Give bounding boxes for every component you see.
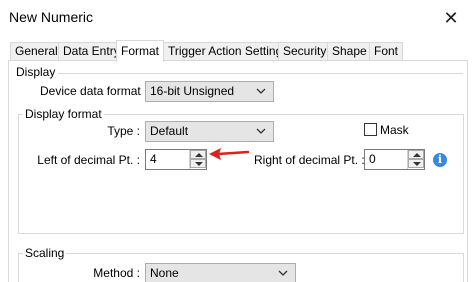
tab-format[interactable]: Format xyxy=(116,40,165,62)
display-format-group-label: Display format xyxy=(23,107,104,121)
chevron-down-icon xyxy=(413,162,421,166)
chevron-up-icon xyxy=(413,153,421,157)
chevron-down-icon xyxy=(278,270,288,276)
mask-label: Mask xyxy=(380,123,409,137)
close-button[interactable]: ✕ xyxy=(428,0,474,36)
type-select[interactable]: Default xyxy=(145,121,274,142)
tab-general[interactable]: General xyxy=(10,42,63,61)
tab-strip: General Data Entry Format Trigger Action… xyxy=(0,40,474,62)
left-decimal-stepper[interactable]: 4 xyxy=(145,149,207,170)
chevron-down-icon xyxy=(256,128,266,134)
window-title: New Numeric xyxy=(9,9,94,25)
device-data-format-value: 16-bit Unsigned xyxy=(150,84,235,98)
right-decimal-stepper[interactable]: 0 xyxy=(364,149,425,170)
chevron-up-icon xyxy=(195,153,203,157)
title-bar: New Numeric ✕ xyxy=(0,0,474,36)
mask-checkbox[interactable] xyxy=(364,123,377,136)
method-select[interactable]: None xyxy=(145,263,296,282)
method-label: Method : xyxy=(93,266,140,280)
tab-trigger-action-setting[interactable]: Trigger Action Setting xyxy=(163,42,288,61)
info-icon[interactable]: i xyxy=(433,153,447,167)
close-icon: ✕ xyxy=(443,7,459,28)
chevron-down-icon xyxy=(195,162,203,166)
display-section-label: Display xyxy=(16,65,56,79)
type-value: Default xyxy=(150,124,189,138)
tab-data-entry[interactable]: Data Entry xyxy=(58,42,125,61)
left-decimal-decrement-button[interactable] xyxy=(190,159,206,168)
right-decimal-label: Right of decimal Pt. : xyxy=(254,153,365,167)
device-data-format-label: Device data format : xyxy=(40,84,148,98)
scaling-group-label: Scaling xyxy=(23,246,67,260)
left-decimal-label: Left of decimal Pt. : xyxy=(37,153,140,167)
tab-security[interactable]: Security xyxy=(278,42,332,61)
red-arrow-icon xyxy=(209,148,250,160)
left-decimal-value: 4 xyxy=(150,152,157,166)
method-value: None xyxy=(150,266,179,280)
right-decimal-increment-button[interactable] xyxy=(408,150,424,159)
left-decimal-increment-button[interactable] xyxy=(190,150,206,159)
type-label: Type : xyxy=(107,124,140,138)
left-decimal-spin-buttons xyxy=(189,150,206,169)
chevron-down-icon xyxy=(256,88,266,94)
right-decimal-decrement-button[interactable] xyxy=(408,159,424,168)
tab-shape[interactable]: Shape xyxy=(327,42,372,61)
device-data-format-select[interactable]: 16-bit Unsigned xyxy=(145,81,274,102)
display-divider xyxy=(58,73,463,74)
right-decimal-value: 0 xyxy=(369,152,376,166)
right-decimal-spin-buttons xyxy=(407,150,424,169)
tab-font[interactable]: Font xyxy=(369,42,404,61)
